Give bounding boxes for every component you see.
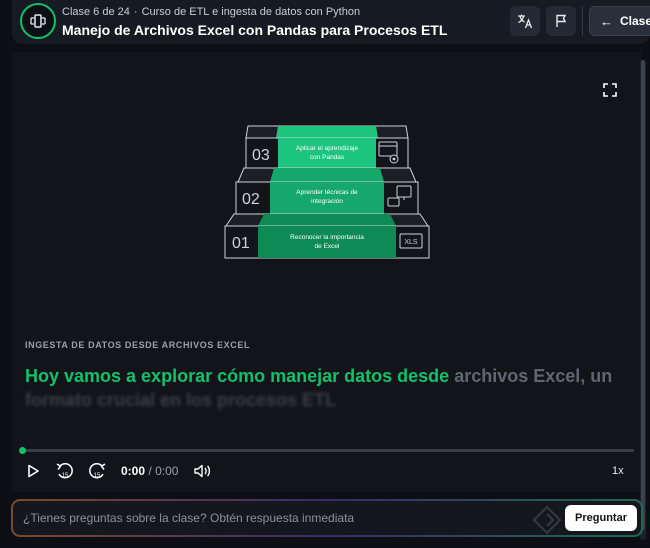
report-button[interactable]	[546, 6, 576, 36]
lesson-title: Manejo de Archivos Excel con Pandas para…	[62, 22, 448, 38]
volume-icon	[194, 464, 211, 478]
caption-current: Hoy vamos a explorar cómo manejar datos …	[25, 366, 450, 386]
rewind-15-button[interactable]: 15	[54, 461, 76, 481]
rewind-icon: 15	[56, 462, 73, 479]
forward-label: 15	[94, 473, 101, 479]
breadcrumb-separator: ·	[133, 6, 138, 18]
caption-faded: formato crucial en los procesos ETL	[25, 390, 337, 410]
translate-button[interactable]	[510, 6, 540, 36]
etl-logo-icon	[30, 14, 46, 28]
course-name-link[interactable]: Curso de ETL e ingesta de datos con Pyth…	[142, 6, 361, 18]
progress-handle[interactable]	[19, 447, 26, 454]
course-logo[interactable]	[20, 3, 56, 39]
forward-icon: 15	[89, 462, 106, 479]
step-number-1: 01	[232, 235, 250, 252]
header-divider	[582, 6, 583, 36]
time-display: 0:00 / 0:00	[121, 464, 178, 478]
current-time: 0:00	[121, 464, 146, 478]
flag-icon	[556, 14, 567, 27]
translate-icon	[518, 14, 533, 29]
play-icon	[28, 464, 39, 478]
playback-speed-button[interactable]: 1x	[612, 465, 624, 477]
play-button[interactable]	[24, 461, 42, 481]
time-separator: /	[148, 464, 152, 478]
step-2-text-line1: Aprender técnicas de	[296, 189, 358, 196]
progress-bar[interactable]	[22, 449, 634, 452]
section-label: INGESTA DE DATOS DESDE ARCHIVOS EXCEL	[25, 340, 251, 350]
duration: 0:00	[155, 464, 179, 478]
question-input[interactable]	[23, 501, 543, 535]
classes-button-label: Clases	[620, 14, 650, 28]
step-2-text-line2: integración	[311, 198, 343, 205]
step-number-2: 02	[242, 191, 260, 208]
scrollbar-thumb[interactable]	[641, 60, 645, 530]
step-3-text-line1: Aplicar el aprendizaje	[296, 145, 359, 152]
class-position: Clase 6 de 24	[62, 6, 130, 18]
xls-label: XLS	[404, 239, 418, 246]
classes-button[interactable]: ← Clases	[589, 6, 650, 36]
breadcrumb: Clase 6 de 24 · Curso de ETL e ingesta de …	[62, 6, 360, 18]
transcript-caption: Hoy vamos a explorar cómo manejar datos …	[25, 364, 625, 412]
step-3-text-line2: con Pandas	[310, 154, 345, 161]
volume-button[interactable]	[192, 461, 212, 481]
step-1-text-line1: Reconocer la importancia	[290, 234, 364, 241]
learning-steps-diagram: 03 02 01 Aplicar el aprendizaje con Pand…	[224, 125, 430, 259]
arrow-left-icon: ←	[600, 13, 613, 29]
video-player[interactable]	[12, 52, 642, 492]
forward-15-button[interactable]: 15	[86, 461, 108, 481]
caption-upcoming: archivos Excel, un	[454, 366, 613, 386]
fullscreen-icon[interactable]	[602, 82, 618, 98]
ask-button[interactable]: Preguntar	[565, 505, 637, 531]
lesson-header: Clase 6 de 24 · Curso de ETL e ingesta de …	[12, 0, 650, 44]
rewind-label: 15	[62, 473, 69, 479]
step-1-text-line2: de Excel	[315, 243, 340, 250]
platzi-watermark-icon	[532, 505, 562, 535]
step-number-3: 03	[252, 147, 270, 164]
